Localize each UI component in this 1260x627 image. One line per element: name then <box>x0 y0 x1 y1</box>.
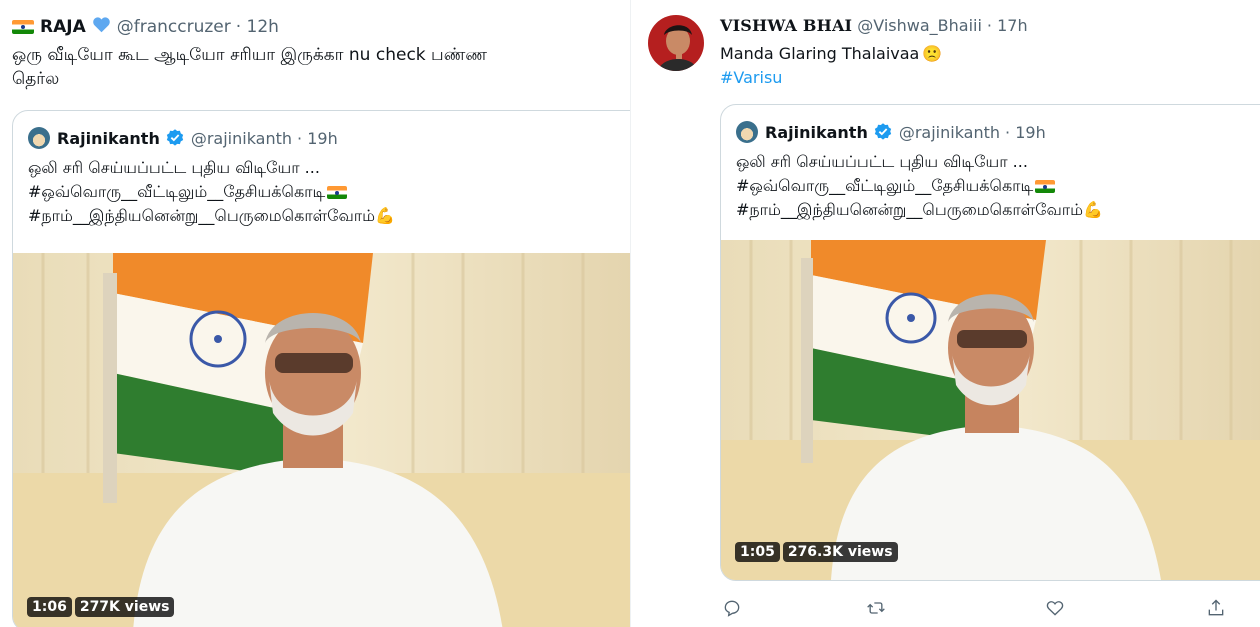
retweet-icon <box>867 602 885 614</box>
share-icon <box>1208 599 1224 616</box>
quoted-text-line: ஒலி சரி செய்யப்பட்ட புதிய விடியோ ... <box>736 152 1028 171</box>
video-duration: 1:06 <box>27 597 72 617</box>
video-frame <box>13 253 630 627</box>
like-icon <box>1046 601 1064 616</box>
quoted-tweet-header: Rajinikanth @rajinikanth · 19h <box>736 121 1046 143</box>
frowning-face-icon: 🙁 <box>922 44 943 63</box>
tweet-timestamp[interactable]: · 17h <box>987 16 1028 35</box>
right-tweet-screenshot: VISHWA BHAI @Vishwa_Bhaiii · 17h Manda G… <box>631 0 1260 627</box>
video-views: 276.3K views <box>782 542 898 562</box>
quoted-hashtag[interactable]: #நாம்__இந்தியனென்று__பெருமைகொள்வோம் <box>736 200 1083 219</box>
flexed-biceps-icon: 💪 <box>375 206 395 225</box>
avatar[interactable] <box>736 121 758 143</box>
tweet-text: Manda Glaring Thalaivaa 🙁 #Varisu <box>720 42 942 90</box>
video-duration: 1:05 <box>735 542 780 562</box>
share-button[interactable] <box>1204 596 1228 620</box>
quoted-text: ஒலி சரி செய்யப்பட்ட புதிய விடியோ ... #ஒவ… <box>28 156 395 228</box>
author-handle[interactable]: @franccruzer <box>117 17 231 37</box>
retweet-button[interactable] <box>864 596 888 620</box>
video-overlay: 1:06 277K views <box>27 597 175 617</box>
blue-heart-icon <box>92 16 111 38</box>
quoted-text-line: ஒலி சரி செய்யப்பட்ட புதிய விடியோ ... <box>28 158 320 177</box>
video-overlay: 1:05 276.3K views <box>735 542 898 562</box>
reply-icon <box>724 600 740 617</box>
tweet-text-line: ஒரு வீடியோ கூட ஆடியோ சரியா இருக்கா nu ch… <box>12 45 487 65</box>
tweet-text-line: Manda Glaring Thalaivaa <box>720 44 920 63</box>
tweet-text-line: தெர்ல <box>12 69 60 89</box>
video-views: 277K views <box>74 597 175 617</box>
india-flag-icon <box>1035 180 1056 193</box>
author-name[interactable]: VISHWA BHAI <box>720 16 852 35</box>
india-flag-icon <box>12 20 34 34</box>
quoted-text: ஒலி சரி செய்யப்பட்ட புதிய விடியோ ... #ஒவ… <box>736 150 1103 222</box>
quoted-author-name[interactable]: Rajinikanth <box>765 123 868 142</box>
quoted-tweet-card[interactable]: Rajinikanth @rajinikanth · 19h ஒலி சரி ச… <box>720 104 1260 581</box>
quoted-hashtag[interactable]: #நாம்__இந்தியனென்று__பெருமைகொள்வோம் <box>28 206 375 225</box>
tweet-header: RAJA @franccruzer · 12h <box>12 16 279 38</box>
left-tweet-screenshot: RAJA @franccruzer · 12h ஒரு வீடியோ கூட ஆ… <box>0 0 630 627</box>
quoted-tweet-card[interactable]: Rajinikanth @rajinikanth · 19h ஒலி சரி ச… <box>12 110 630 627</box>
tweet-text: ஒரு வீடியோ கூட ஆடியோ சரியா இருக்கா nu ch… <box>12 43 622 91</box>
avatar[interactable] <box>648 15 704 71</box>
like-button[interactable] <box>1043 596 1067 620</box>
author-handle[interactable]: @Vishwa_Bhaiii <box>857 16 982 35</box>
reply-button[interactable] <box>720 596 744 620</box>
video-player[interactable]: 1:06 277K views <box>13 253 630 627</box>
hashtag-link[interactable]: #Varisu <box>720 66 942 90</box>
flexed-biceps-icon: 💪 <box>1083 200 1103 219</box>
quoted-tweet-header: Rajinikanth @rajinikanth · 19h <box>28 127 338 149</box>
quoted-author-handle[interactable]: @rajinikanth <box>191 129 292 148</box>
tweet-header: VISHWA BHAI @Vishwa_Bhaiii · 17h <box>720 16 1028 35</box>
quoted-hashtag[interactable]: #ஒவ்வொரு__வீட்டிலும்__தேசியக்கொடி <box>28 182 325 201</box>
tweet-actions <box>631 596 1260 620</box>
author-name[interactable]: RAJA <box>40 17 86 37</box>
verified-badge-icon <box>165 128 185 148</box>
quoted-author-handle[interactable]: @rajinikanth <box>899 123 1000 142</box>
quoted-timestamp[interactable]: · 19h <box>297 129 338 148</box>
india-flag-icon <box>327 186 348 199</box>
video-frame <box>721 240 1260 580</box>
quoted-hashtag[interactable]: #ஒவ்வொரு__வீட்டிலும்__தேசியக்கொடி <box>736 176 1033 195</box>
video-player[interactable]: 1:05 276.3K views <box>721 240 1260 580</box>
avatar[interactable] <box>28 127 50 149</box>
verified-badge-icon <box>873 122 893 142</box>
quoted-timestamp[interactable]: · 19h <box>1005 123 1046 142</box>
quoted-author-name[interactable]: Rajinikanth <box>57 129 160 148</box>
tweet-timestamp[interactable]: · 12h <box>236 17 279 37</box>
